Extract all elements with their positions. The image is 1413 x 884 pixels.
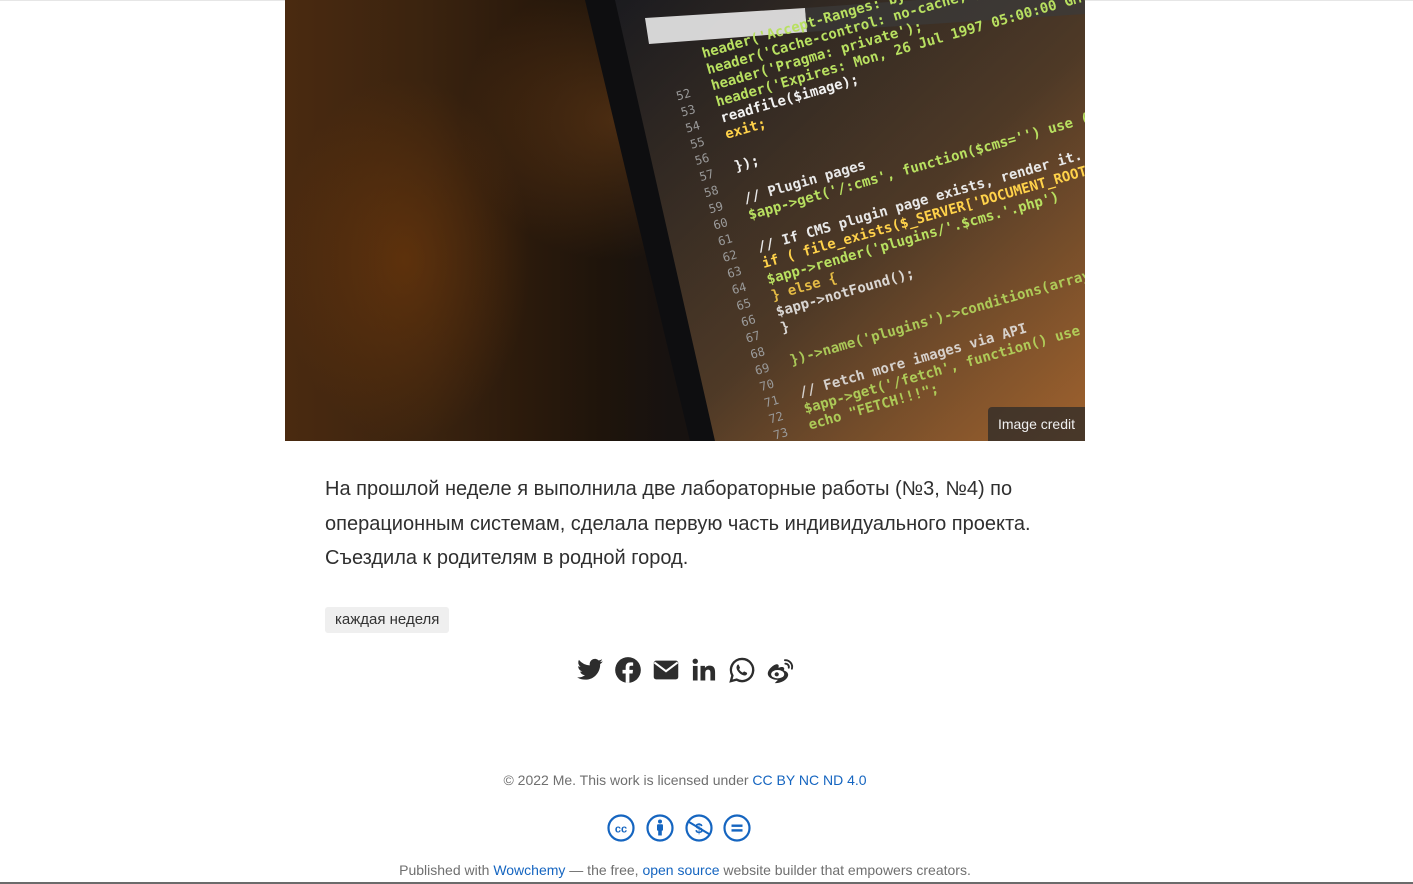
code-screen-graphic: header('Accept-Ranges: bytes');header('C… [585, 0, 1085, 441]
by-icon[interactable] [645, 813, 675, 843]
wowchemy-link[interactable]: Wowchemy [493, 862, 565, 878]
cc-icon[interactable]: cc [606, 813, 636, 843]
linkedin-icon[interactable] [690, 656, 718, 684]
nc-icon[interactable]: $ [684, 813, 714, 843]
published-middle: — the free, [569, 862, 639, 878]
license-text: © 2022 Me. This work is licensed under [503, 772, 749, 788]
article-paragraph: На прошлой неделе я выполнила две лабора… [325, 478, 1031, 569]
whatsapp-icon[interactable] [728, 656, 756, 684]
facebook-icon[interactable] [614, 656, 642, 684]
open-source-link[interactable]: open source [642, 862, 719, 878]
published-line: Published with Wowchemy — the free, open… [0, 862, 1370, 878]
email-icon[interactable] [652, 656, 680, 684]
twitter-icon[interactable] [576, 656, 604, 684]
published-suffix: website builder that empowers creators. [723, 862, 971, 878]
cc-license-icons: cc $ [606, 813, 766, 845]
published-prefix: Published with [399, 862, 490, 878]
license-line: © 2022 Me. This work is licensed under C… [0, 772, 1370, 788]
weibo-icon[interactable] [766, 656, 794, 684]
license-link[interactable]: CC BY NC ND 4.0 [752, 772, 866, 788]
tag-weekly[interactable]: каждая неделя [325, 607, 450, 633]
image-credit-label[interactable]: Image credit [987, 407, 1085, 441]
nd-icon[interactable] [722, 813, 752, 843]
svg-text:cc: cc [615, 824, 627, 836]
share-bar [576, 656, 796, 686]
hero-image: header('Accept-Ranges: bytes');header('C… [285, 0, 1085, 441]
